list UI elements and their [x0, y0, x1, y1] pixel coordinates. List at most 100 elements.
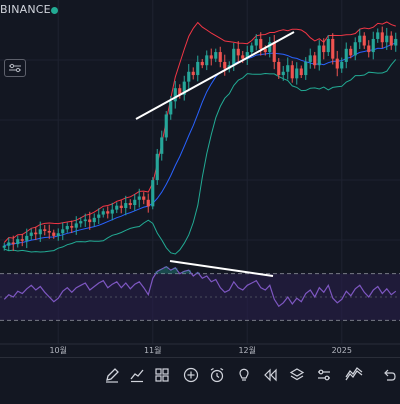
candle-body [259, 38, 263, 49]
candle-body [16, 239, 20, 245]
candle-body [106, 211, 110, 214]
bottom-toolbar [0, 357, 400, 401]
add-indicator-button[interactable] [126, 364, 148, 386]
candle-body [376, 32, 380, 39]
undo-button[interactable] [378, 364, 400, 386]
candle-body [137, 196, 141, 200]
sliders-icon [318, 369, 330, 381]
candle-body [254, 38, 258, 46]
candle-body [281, 71, 285, 76]
market-status-dot [51, 7, 58, 14]
candle-body [11, 242, 15, 245]
candle-body [25, 235, 29, 241]
candle-body [119, 205, 123, 208]
rsi-overbought-fill [164, 266, 169, 274]
pen-icon [106, 368, 119, 383]
settings-button[interactable] [313, 364, 335, 386]
candle-body [371, 38, 375, 53]
candle-body [218, 52, 222, 62]
candle-body [29, 232, 33, 236]
candle-body [317, 45, 321, 66]
candle-body [286, 65, 290, 72]
ideas-button[interactable] [233, 364, 255, 386]
chart-add-icon [130, 369, 144, 383]
candle-body [164, 114, 168, 138]
candle-body [70, 226, 74, 228]
price-trendline [135, 31, 295, 120]
candle-body [83, 219, 87, 222]
candle-body [97, 214, 101, 218]
candle-body [358, 35, 362, 43]
candle-body [362, 35, 366, 46]
candle-body [196, 61, 200, 76]
candle-body [295, 68, 299, 79]
object-tree-button[interactable] [286, 364, 308, 386]
candle-body [349, 48, 353, 56]
undo-icon [384, 369, 396, 381]
candle-body [74, 223, 78, 228]
pen-tool-button[interactable] [101, 364, 123, 386]
indicator-settings-button[interactable] [4, 59, 26, 77]
candle-body [331, 38, 335, 59]
candle-body [389, 35, 393, 46]
candle-body [124, 203, 128, 208]
chart-root[interactable]: 10월 11월 12월 2025 [0, 0, 400, 400]
candle-body [169, 101, 173, 115]
candle-body [272, 42, 276, 62]
candle-body [304, 61, 308, 76]
sliders-icon [9, 63, 21, 73]
plus-circle-icon [183, 367, 199, 383]
candle-body [47, 230, 51, 233]
candle-body [335, 58, 339, 69]
chart-canvas[interactable]: 10월 11월 12월 2025 [0, 0, 400, 400]
candle-body [340, 61, 344, 69]
candle-body [38, 229, 42, 235]
candle-body [394, 38, 398, 46]
candle-body [313, 55, 317, 66]
candle-body [223, 61, 227, 69]
alarm-icon [210, 367, 224, 383]
candle-body [151, 180, 155, 207]
bulb-icon [239, 368, 249, 381]
candle-body [160, 137, 164, 154]
grid-icon [155, 368, 169, 382]
candle-body [344, 48, 348, 62]
rsi-overbought-fill [159, 269, 164, 274]
candle-body [65, 226, 69, 230]
candle-body [236, 48, 240, 56]
candle-body [209, 55, 213, 59]
candle-body [128, 203, 132, 206]
layout-button[interactable] [151, 364, 173, 386]
x-tick-label: 2025 [332, 346, 352, 355]
x-tick-label: 12월 [238, 345, 256, 355]
candle-body [146, 199, 150, 207]
candle-body [380, 32, 384, 43]
candle-body [43, 229, 47, 231]
rewind-icon [264, 368, 277, 382]
candle-body [52, 232, 56, 236]
candle-body [133, 199, 137, 206]
x-tick-label: 11월 [144, 345, 162, 355]
candle-body [34, 232, 38, 235]
candle-body [290, 65, 294, 79]
candle-body [241, 55, 245, 59]
candle-body [308, 55, 312, 62]
candle-body [353, 42, 357, 56]
candle-body [2, 245, 6, 248]
rsi-overbought-fill [168, 270, 173, 274]
chart-type-button[interactable] [343, 364, 365, 386]
candle-body [200, 61, 204, 66]
exchange-label: BINANCE [0, 3, 51, 16]
candle-body [61, 229, 65, 234]
add-button[interactable] [180, 364, 202, 386]
replay-button[interactable] [259, 364, 281, 386]
candle-body [250, 45, 254, 53]
candle-body [191, 71, 195, 76]
rsi-overbought-fill [155, 271, 160, 274]
x-tick-label: 10월 [49, 345, 67, 355]
candle-body [173, 88, 177, 102]
candle-body [299, 68, 303, 76]
alert-button[interactable] [206, 364, 228, 386]
wave-icon [345, 367, 363, 381]
candle-body [79, 221, 83, 224]
